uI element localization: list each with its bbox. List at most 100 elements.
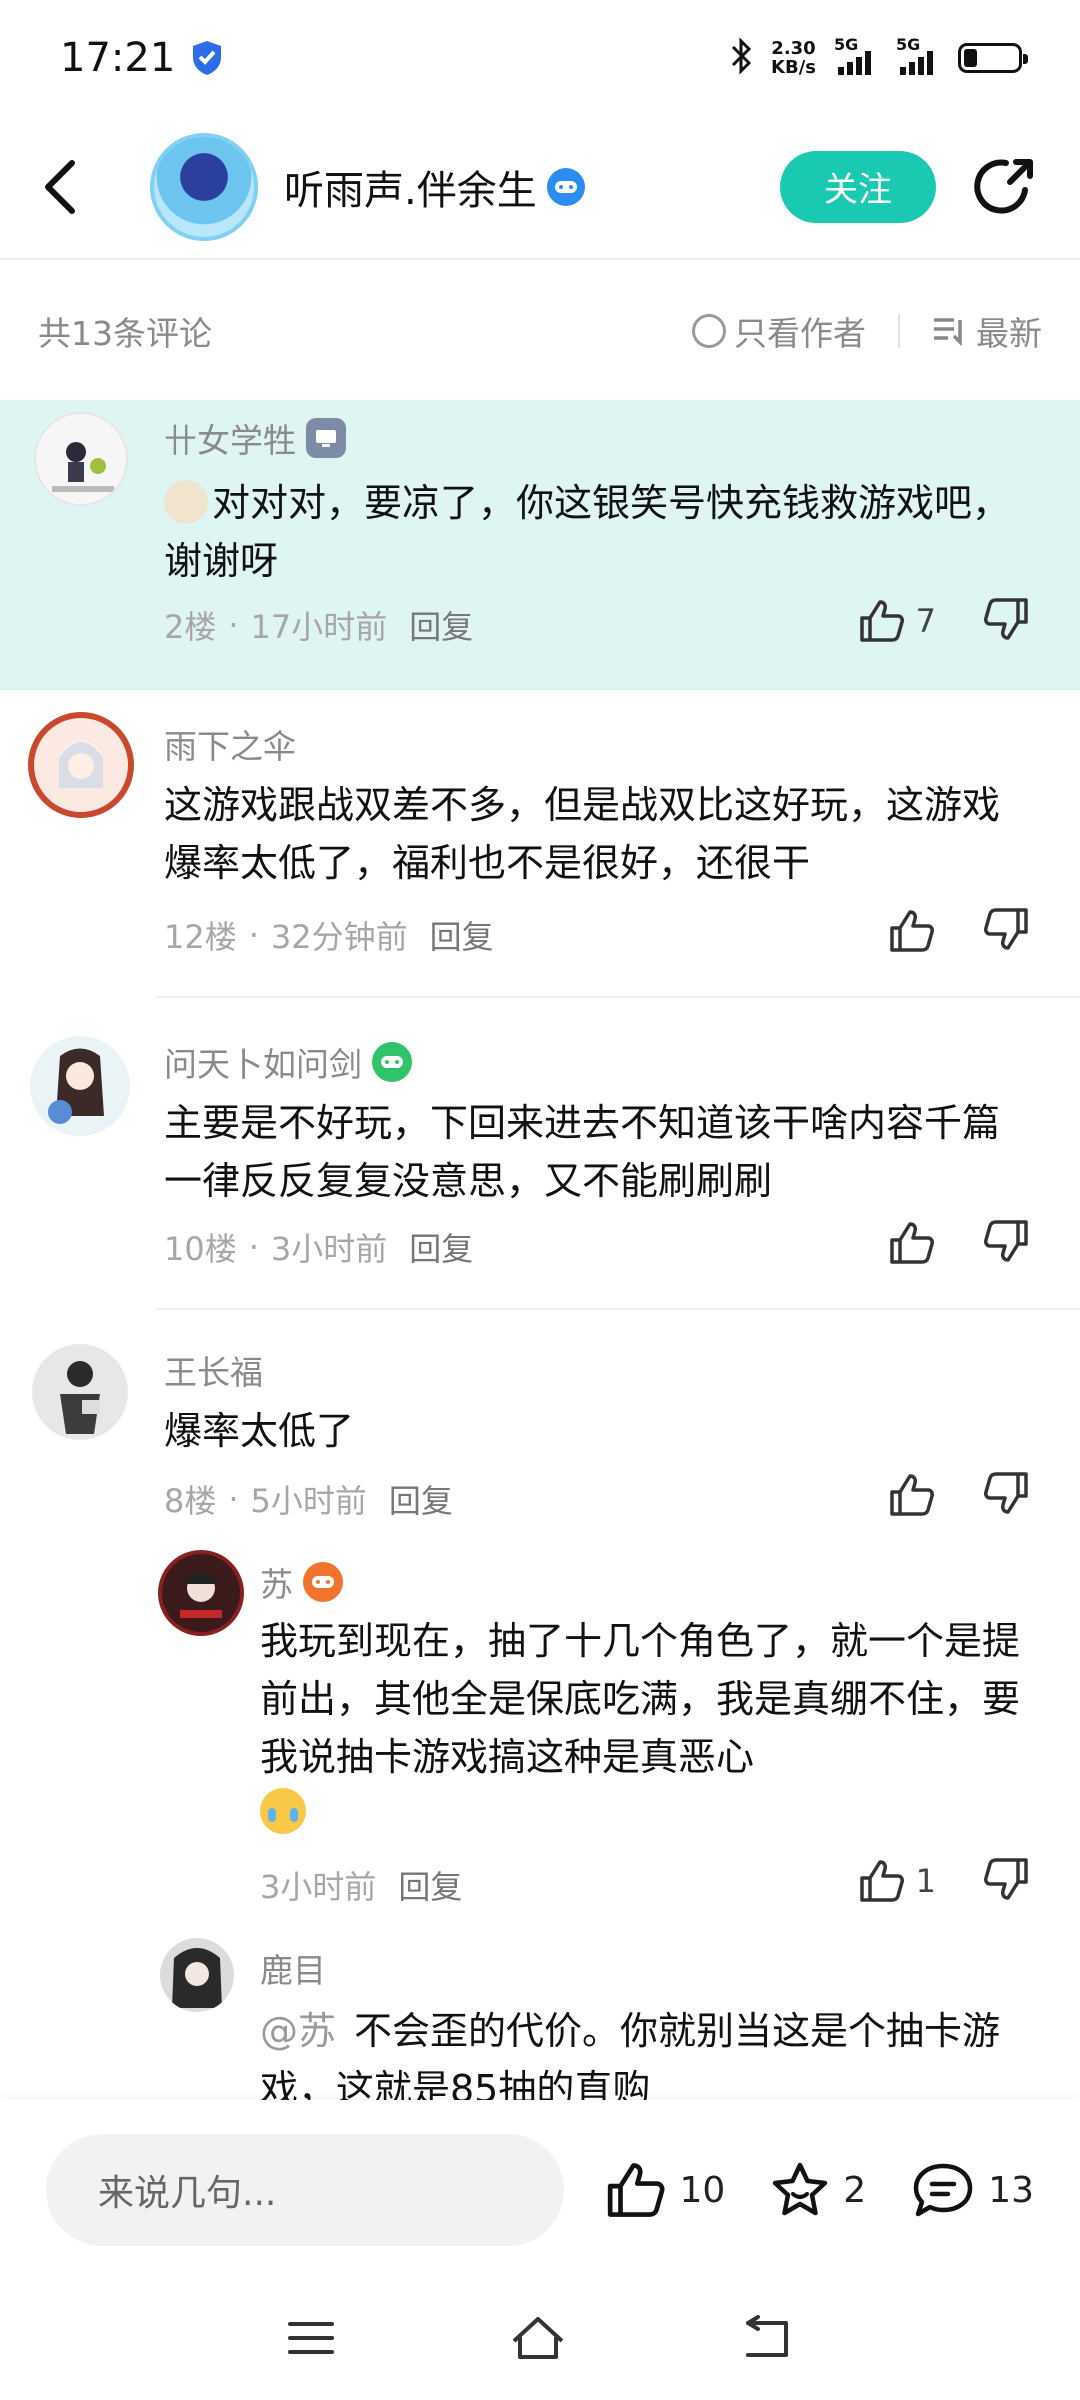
floor-number: 12楼: [164, 918, 237, 956]
avatar[interactable]: [32, 1344, 128, 1440]
signal-icon: 5G: [834, 35, 878, 75]
reply-actions: 1: [858, 1856, 1030, 1906]
dislike-button[interactable]: [982, 1470, 1030, 1520]
like-button[interactable]: [888, 1472, 936, 1518]
favorite-count: 2: [843, 2169, 867, 2211]
comment-actions: [888, 1218, 1030, 1268]
thumbs-down-icon: [984, 1472, 1028, 1514]
like-button[interactable]: [888, 1220, 936, 1266]
signal-icon-2: 5G: [896, 35, 940, 75]
comment-meta: 12楼 · 32分钟前 回复: [164, 912, 494, 958]
like-button[interactable]: 7: [858, 598, 936, 644]
comment-item: 雨下之伞 这游戏跟战双差不多，但是战双比这好玩，这游戏爆率太低了，福利也不是很好…: [0, 690, 1080, 998]
back-button[interactable]: [40, 147, 110, 227]
battery-fill: [964, 48, 977, 67]
dislike-button[interactable]: [982, 1218, 1030, 1268]
thumbs-down-icon: [984, 1858, 1028, 1900]
author-avatar[interactable]: [150, 132, 258, 241]
comment-text: 这游戏跟战双差不多，但是战双比这好玩，这游戏爆率太低了，福利也不是很好，还很干: [164, 783, 1001, 885]
comment-actions: [888, 906, 1030, 956]
gamepad-badge-icon: [372, 1042, 412, 1082]
sort-button[interactable]: 最新: [932, 307, 1042, 355]
avatar[interactable]: [30, 1036, 130, 1136]
like-count: 1: [915, 1862, 936, 1900]
net-speed-unit: KB/s: [771, 56, 816, 78]
thumbs-down-icon: [984, 908, 1028, 950]
comment-meta: 2楼 · 17小时前 回复: [164, 602, 473, 648]
computer-badge-icon: [306, 418, 346, 458]
avatar[interactable]: [28, 712, 134, 818]
menu-button[interactable]: [286, 2318, 336, 2362]
home-icon: [512, 2317, 564, 2359]
only-author-toggle[interactable]: 只看作者: [692, 307, 866, 355]
nav-back-button[interactable]: [740, 2315, 794, 2365]
thumbs-down-icon: [984, 1220, 1028, 1262]
reply-button[interactable]: 回复: [389, 1476, 453, 1522]
reply-button[interactable]: 回复: [430, 912, 494, 958]
reply-text: @苏 不会歪的代价。你就别当这是个抽卡游戏，这就是85抽的直购: [260, 2002, 1030, 2100]
author-name[interactable]: 苏: [260, 1558, 293, 1606]
comment-filter-bar: 共13条评论 只看作者 最新: [0, 262, 1080, 400]
dislike-button[interactable]: [982, 1856, 1030, 1906]
comment-body: 对对对，要凉了，你这银笑号快充钱救游戏吧，谢谢呀: [164, 481, 1011, 583]
signal-label-2: 5G: [896, 34, 921, 54]
thumbs-up-icon: [890, 1474, 934, 1516]
floor-number: 2楼: [164, 608, 217, 646]
comment-author[interactable]: 王长福: [164, 1346, 263, 1394]
star-icon: [773, 2162, 828, 2216]
thumbs-up-icon: [859, 600, 904, 642]
reply-meta: 3小时前 回复: [260, 1862, 462, 1908]
comment-count: 13: [988, 2169, 1034, 2211]
reply-button[interactable]: 回复: [409, 602, 473, 648]
status-bar: 17:21 2.30 KB/s 5G 5G: [0, 0, 1080, 115]
comment-meta: 10楼 · 3小时前 回复: [164, 1224, 473, 1270]
comment-input[interactable]: 来说几句...: [46, 2134, 564, 2246]
home-button[interactable]: [508, 2313, 568, 2367]
post-header: 听雨声.伴余生 关注: [0, 115, 1080, 260]
smiley-dog-emoji-icon: [164, 480, 208, 524]
reply-text: 我玩到现在，抽了十几个角色了，就一个是提前出，其他全是保底吃满，我是真绷不住，要…: [260, 1612, 1030, 1844]
author-name[interactable]: 问天卜如问剑: [164, 1038, 362, 1086]
dislike-button[interactable]: [982, 596, 1030, 646]
thumbs-up-icon: [859, 1860, 904, 1902]
thumbs-up-icon: [890, 910, 934, 952]
author-name[interactable]: 雨下之伞: [164, 720, 296, 768]
reply-button[interactable]: 回复: [398, 1862, 462, 1908]
follow-button[interactable]: 关注: [780, 150, 936, 223]
like-count: 10: [679, 2169, 726, 2211]
reply-author[interactable]: 鹿目: [260, 1944, 326, 1992]
author-name[interactable]: 听雨声.伴余生: [284, 158, 537, 216]
author-name[interactable]: 鹿目: [260, 1944, 326, 1992]
comment-item: 卄女学牲 对对对，要凉了，你这银笑号快充钱救游戏吧，谢谢呀 2楼 · 17小时前 回…: [0, 400, 1080, 690]
reply-author[interactable]: 苏: [260, 1558, 343, 1606]
thumbs-up-icon: [890, 1222, 934, 1264]
author-name[interactable]: 王长福: [164, 1346, 263, 1394]
share-icon[interactable]: [970, 152, 1040, 222]
comment-author[interactable]: 问天卜如问剑: [164, 1038, 412, 1086]
comment-meta: 8楼 · 5小时前 回复: [164, 1476, 453, 1522]
dislike-button[interactable]: [982, 906, 1030, 956]
thumbs-down-icon: [984, 598, 1028, 640]
comment-text: 对对对，要凉了，你这银笑号快充钱救游戏吧，谢谢呀: [164, 474, 1044, 590]
floor-number: 8楼: [164, 1482, 217, 1520]
avatar[interactable]: [160, 1938, 234, 2012]
author-name[interactable]: 卄女学牲: [164, 414, 296, 462]
like-button[interactable]: [888, 908, 936, 954]
reply-button[interactable]: 回复: [409, 1224, 473, 1270]
reply-time: 3小时前: [260, 1868, 377, 1906]
like-count: 7: [915, 602, 936, 640]
comment-author[interactable]: 雨下之伞: [164, 720, 296, 768]
mention-link[interactable]: @苏: [260, 2009, 336, 2053]
comment-author[interactable]: 卄女学牲: [164, 414, 346, 462]
avatar[interactable]: [158, 1550, 244, 1636]
sort-label: 最新: [976, 314, 1042, 353]
crying-emoji-icon: [260, 1788, 306, 1834]
favorite-button[interactable]: 2: [769, 2160, 866, 2220]
comment-count: 共13条评论: [38, 314, 212, 353]
post-like-button[interactable]: 10: [605, 2160, 725, 2220]
avatar[interactable]: [34, 412, 128, 506]
comment-time: 5小时前: [250, 1482, 367, 1520]
comments-button[interactable]: 13: [910, 2160, 1034, 2220]
comment-text: 爆率太低了: [164, 1409, 355, 1453]
like-button[interactable]: 1: [858, 1858, 936, 1904]
